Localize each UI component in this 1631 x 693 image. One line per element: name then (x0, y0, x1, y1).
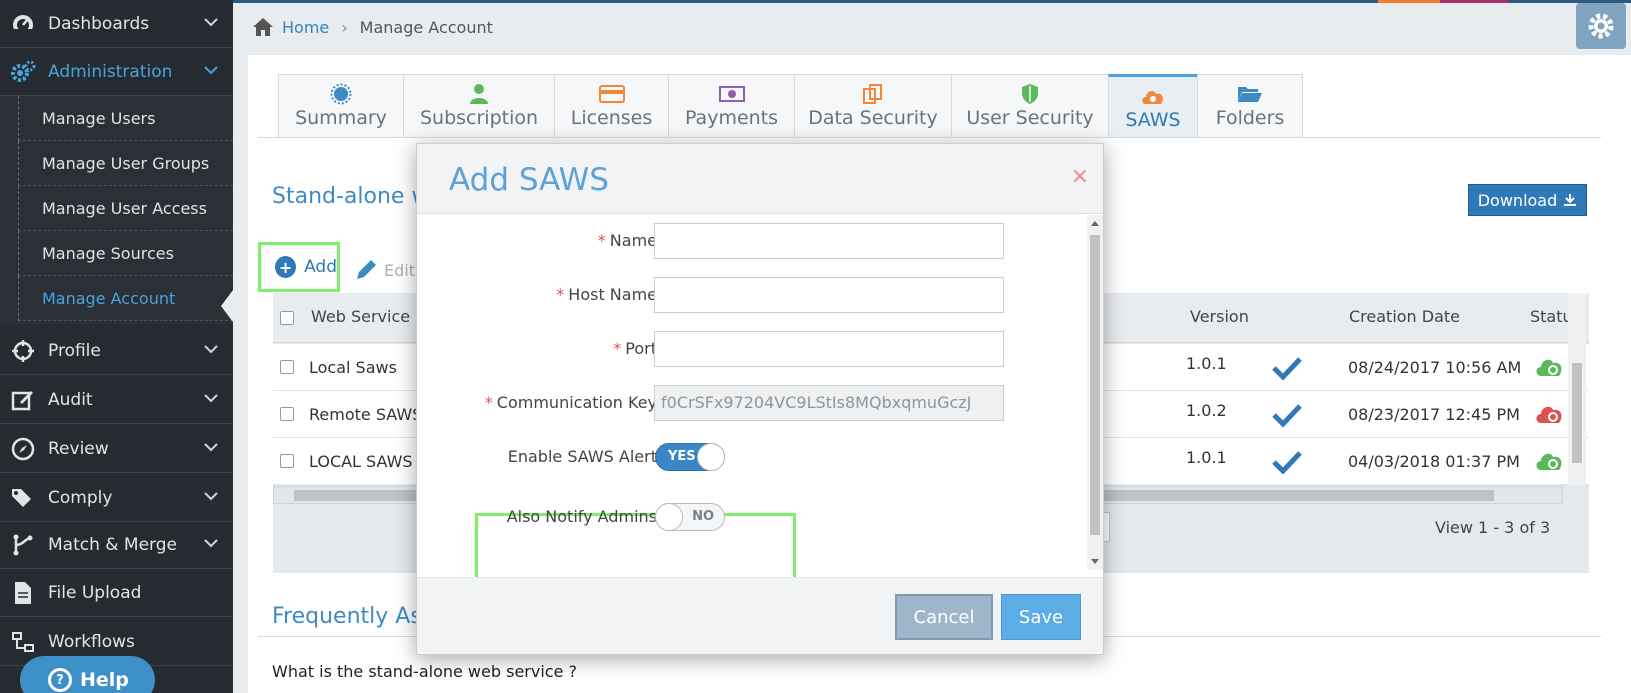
sidebar-subitem-label: Manage Account (42, 288, 176, 308)
enable-alert-row: Enable SAWS Alert YES (417, 441, 1087, 471)
sidebar-item-review[interactable]: Review (0, 425, 233, 473)
active-caret (221, 290, 233, 322)
sidebar-item-file-upload[interactable]: File Upload (0, 569, 233, 617)
sidebar-subitem-label: Manage User Groups (42, 153, 210, 173)
toggle-state: YES (668, 449, 696, 464)
sidebar-item-comply[interactable]: Comply (0, 474, 233, 522)
host-name-input[interactable] (654, 277, 1004, 313)
dialog-footer: Cancel Save (417, 577, 1103, 654)
sidebar-item-match-merge[interactable]: Match & Merge (0, 521, 233, 569)
required-mark: * (484, 393, 493, 412)
chevron-down-icon (204, 394, 218, 403)
sidebar-subitem-manage-user-access[interactable]: Manage User Access (18, 186, 233, 231)
chevron-down-icon (204, 66, 218, 75)
sidebar-item-label: Workflows (48, 631, 135, 652)
notify-admins-label: Also Notify Admins (506, 507, 657, 526)
sidebar-item-label: File Upload (48, 582, 142, 603)
close-icon[interactable]: × (1071, 164, 1089, 189)
chevron-down-icon (204, 443, 218, 452)
dialog-header: Add SAWS × (417, 144, 1103, 214)
toggle-knob (697, 443, 725, 471)
name-label: * Name (597, 231, 657, 250)
sidebar-item-label: Profile (48, 340, 101, 361)
sidebar-subitem-manage-user-groups[interactable]: Manage User Groups (18, 141, 233, 186)
sidebar-subitem-label: Manage User Access (42, 198, 207, 218)
toggle-knob (655, 503, 683, 531)
crosshair-icon (10, 338, 36, 364)
host-name-row: * Host Name (417, 277, 1087, 313)
save-button[interactable]: Save (1001, 594, 1081, 640)
notify-admins-row: Also Notify Admins NO (417, 501, 1087, 531)
sidebar-subitem-label: Manage Users (42, 108, 156, 128)
scroll-down-icon[interactable] (1091, 559, 1099, 564)
enable-alert-toggle[interactable]: YES (655, 443, 725, 471)
sidebar-item-administration[interactable]: Administration (0, 48, 233, 96)
communication-key-row: * Communication Key f0CrSFx97204VC9LStIs8… (417, 385, 1087, 421)
merge-icon (10, 532, 36, 558)
tags-icon (10, 485, 36, 511)
dialog-title: Add SAWS (449, 162, 609, 198)
communication-key-input: f0CrSFx97204VC9LStIs8MQbxqmuGczJ (654, 385, 1004, 421)
sidebar-subitem-manage-users[interactable]: Manage Users (18, 96, 233, 141)
sidebar-subitem-manage-account[interactable]: Manage Account (18, 276, 233, 321)
help-button[interactable]: ? Help (20, 656, 155, 693)
name-input[interactable] (654, 223, 1004, 259)
notify-admins-toggle[interactable]: NO (655, 503, 725, 531)
sidebar-item-label: Audit (48, 389, 93, 410)
sidebar-item-profile[interactable]: Profile (0, 327, 233, 375)
sidebar-item-audit[interactable]: Audit (0, 376, 233, 424)
required-mark: * (556, 285, 565, 304)
edit-icon (10, 387, 36, 413)
dialog-scrollbar[interactable] (1087, 215, 1103, 570)
sidebar-item-dashboards[interactable]: Dashboards (0, 0, 233, 48)
dashboard-icon (10, 11, 36, 37)
help-label: Help (80, 669, 129, 691)
chevron-down-icon (204, 18, 218, 27)
cancel-button[interactable]: Cancel (895, 594, 993, 640)
scroll-thumb[interactable] (1090, 235, 1100, 535)
toggle-state: NO (692, 509, 714, 524)
sidebar: Dashboards Administration Manage Users M… (0, 0, 233, 693)
enable-alert-label: Enable SAWS Alert (507, 447, 657, 466)
dialog-body: * Name * Host Name * Port * Communication Ke… (417, 215, 1087, 633)
sidebar-item-label: Administration (48, 61, 173, 82)
chevron-down-icon (204, 539, 218, 548)
communication-key-label: * Communication Key (484, 393, 657, 412)
workflow-icon (10, 629, 36, 655)
required-mark: * (597, 231, 606, 250)
sidebar-item-label: Match & Merge (48, 534, 178, 555)
sidebar-subitem-manage-sources[interactable]: Manage Sources (18, 231, 233, 276)
required-mark: * (613, 339, 622, 358)
port-row: * Port (417, 331, 1087, 367)
sidebar-item-label: Review (48, 438, 109, 459)
sidebar-item-label: Dashboards (48, 13, 150, 34)
question-icon: ? (48, 668, 72, 692)
compass-icon (10, 436, 36, 462)
name-row: * Name (417, 223, 1087, 259)
host-name-label: * Host Name (556, 285, 657, 304)
gears-icon (10, 59, 36, 85)
port-input[interactable] (654, 331, 1004, 367)
scroll-up-icon[interactable] (1091, 221, 1099, 226)
chevron-down-icon (204, 492, 218, 501)
sidebar-subnav: Manage Users Manage User Groups Manage U… (0, 96, 233, 324)
sidebar-subitem-label: Manage Sources (42, 243, 174, 263)
add-saws-dialog: Add SAWS × * Name * Host Name * Port * Commu… (416, 143, 1104, 655)
file-icon (10, 580, 36, 606)
chevron-down-icon (204, 345, 218, 354)
port-label: * Port (613, 339, 657, 358)
sidebar-item-label: Comply (48, 487, 113, 508)
